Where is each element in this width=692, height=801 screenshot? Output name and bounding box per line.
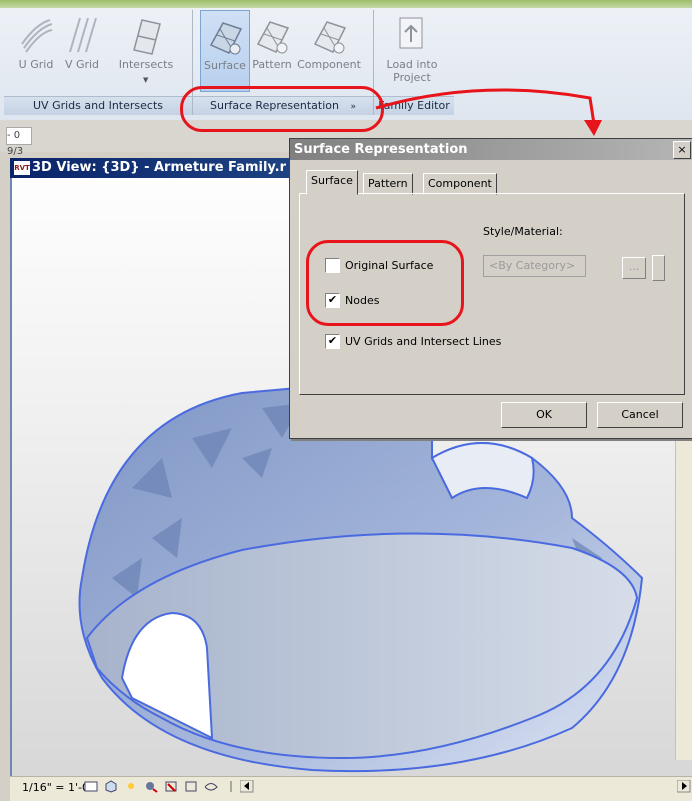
detail-level-icon[interactable] <box>84 780 98 793</box>
tab-surface[interactable]: Surface <box>306 170 358 195</box>
panel-title-uv-grids: UV Grids and Intersects <box>4 96 192 115</box>
original-surface-material-field[interactable]: <By Category> <box>483 255 586 277</box>
ribbon-top-band <box>0 0 692 8</box>
component-icon <box>313 21 347 54</box>
reveal-hidden-icon[interactable] <box>224 780 238 793</box>
view-title-text: 3D View: {3D} - Armeture Family.r <box>32 160 287 175</box>
show-crop-icon[interactable] <box>184 780 198 793</box>
u-grid-icon <box>21 19 53 53</box>
annotation-arrow <box>375 88 602 136</box>
uv-grids-label: UV Grids and Intersect Lines <box>345 335 502 348</box>
intersects-tool[interactable]: Intersects ▼ <box>119 10 173 90</box>
coordinate-readout: - 0 9/3 <box>6 127 32 157</box>
temporary-hide-icon[interactable] <box>204 780 218 793</box>
load-into-project-label: Load into Project <box>386 58 438 84</box>
material-swatch-button[interactable] <box>652 255 665 281</box>
uv-grids-checkbox[interactable]: ✔ <box>325 334 340 349</box>
scroll-left-icon[interactable] <box>240 780 254 793</box>
browse-material-button[interactable]: ... <box>622 257 646 279</box>
crop-view-icon[interactable] <box>164 780 178 793</box>
cancel-button[interactable]: Cancel <box>597 402 683 428</box>
load-into-project-tool[interactable]: Load into Project <box>384 10 440 90</box>
u-grid-tool[interactable]: U Grid <box>12 10 60 90</box>
pattern-label: Pattern <box>252 58 292 71</box>
pattern-tool[interactable]: Pattern <box>248 10 296 90</box>
v-grid-label: V Grid <box>64 58 100 71</box>
style-material-label: Style/Material: <box>483 225 563 238</box>
shadows-icon[interactable] <box>144 780 158 793</box>
annotation-ellipse-checkboxes <box>306 240 464 326</box>
annotation-ellipse-ribbon <box>180 86 384 132</box>
tab-component[interactable]: Component <box>423 173 497 195</box>
surface-icon <box>209 22 243 55</box>
close-icon[interactable]: × <box>673 141 691 159</box>
ok-button[interactable]: OK <box>501 402 587 428</box>
sun-path-icon[interactable] <box>124 780 138 793</box>
intersects-dropdown-icon[interactable]: ▼ <box>143 76 148 84</box>
component-tool[interactable]: Component <box>297 10 361 90</box>
pattern-icon <box>256 21 290 54</box>
component-label: Component <box>297 58 361 71</box>
v-grid-icon <box>69 17 97 53</box>
intersects-label: Intersects <box>118 58 174 71</box>
load-into-project-icon <box>399 17 423 49</box>
dialog-title: Surface Representation <box>294 142 468 157</box>
intersects-icon <box>133 19 161 55</box>
v-grid-tool[interactable]: V Grid <box>58 10 106 90</box>
surface-tool[interactable]: Surface <box>200 10 250 92</box>
rvt-icon: RVT <box>14 160 30 175</box>
visual-style-icon[interactable] <box>104 780 118 793</box>
scroll-right-icon[interactable] <box>677 780 691 793</box>
tab-pattern[interactable]: Pattern <box>363 173 413 195</box>
